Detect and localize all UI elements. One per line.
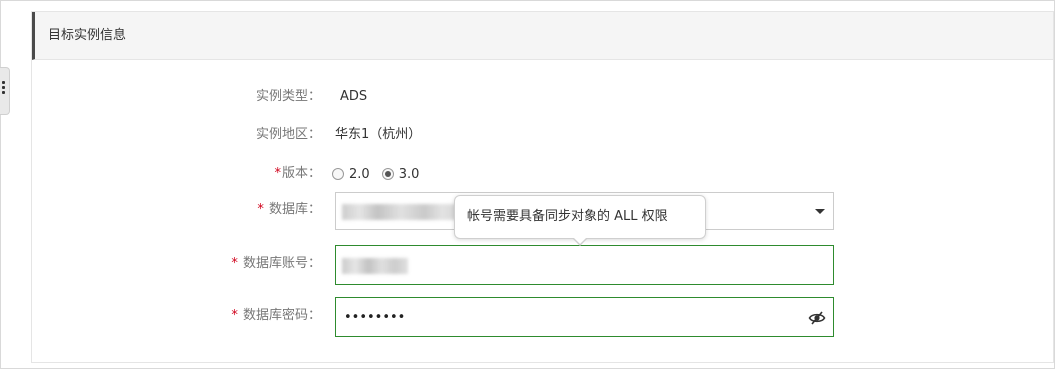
account-input[interactable] bbox=[335, 245, 834, 285]
instance-region-label: 实例地区： bbox=[255, 127, 321, 142]
password-masked-value: •••••••• bbox=[344, 310, 406, 325]
version-option-label[interactable]: 2.0 bbox=[349, 167, 370, 182]
chevron-down-icon[interactable] bbox=[815, 209, 825, 214]
required-mark: * bbox=[231, 308, 238, 323]
database-label: * 数据库： bbox=[257, 202, 321, 217]
eye-hidden-icon[interactable] bbox=[808, 309, 826, 327]
version-option-label[interactable]: 3.0 bbox=[399, 167, 420, 182]
instance-type-value: ADS bbox=[340, 89, 368, 104]
tooltip-text: 帐号需要具备同步对象的 ALL 权限 bbox=[467, 209, 668, 224]
drag-dots-icon bbox=[1, 81, 6, 99]
version-label: *版本： bbox=[274, 166, 321, 181]
permission-tooltip: 帐号需要具备同步对象的 ALL 权限 bbox=[454, 195, 706, 246]
required-mark: * bbox=[274, 166, 281, 181]
sidebar-collapse-handle[interactable] bbox=[0, 67, 10, 115]
version-radio-3-0[interactable] bbox=[381, 168, 394, 180]
password-input[interactable]: •••••••• bbox=[335, 297, 834, 337]
panel-header: 目标实例信息 bbox=[32, 12, 1053, 60]
required-mark: * bbox=[231, 256, 238, 271]
instance-region-value: 华东1（杭州） bbox=[335, 127, 422, 142]
password-label: * 数据库密码： bbox=[231, 308, 321, 323]
version-radio-2-0[interactable] bbox=[332, 168, 344, 180]
redacted-database-value bbox=[342, 204, 460, 220]
account-label: * 数据库账号： bbox=[231, 256, 321, 271]
tooltip-arrow bbox=[572, 237, 588, 246]
window-frame: 目标实例信息 实例类型： ADS 实例地区： 华东1（杭州） *版本： 2.0 … bbox=[0, 0, 1055, 369]
instance-type-label: 实例类型： bbox=[255, 89, 321, 104]
required-mark: * bbox=[257, 202, 264, 217]
redacted-account-value bbox=[342, 258, 408, 274]
version-radio-group: 2.0 3.0 bbox=[332, 164, 431, 184]
panel-title: 目标实例信息 bbox=[48, 28, 127, 43]
